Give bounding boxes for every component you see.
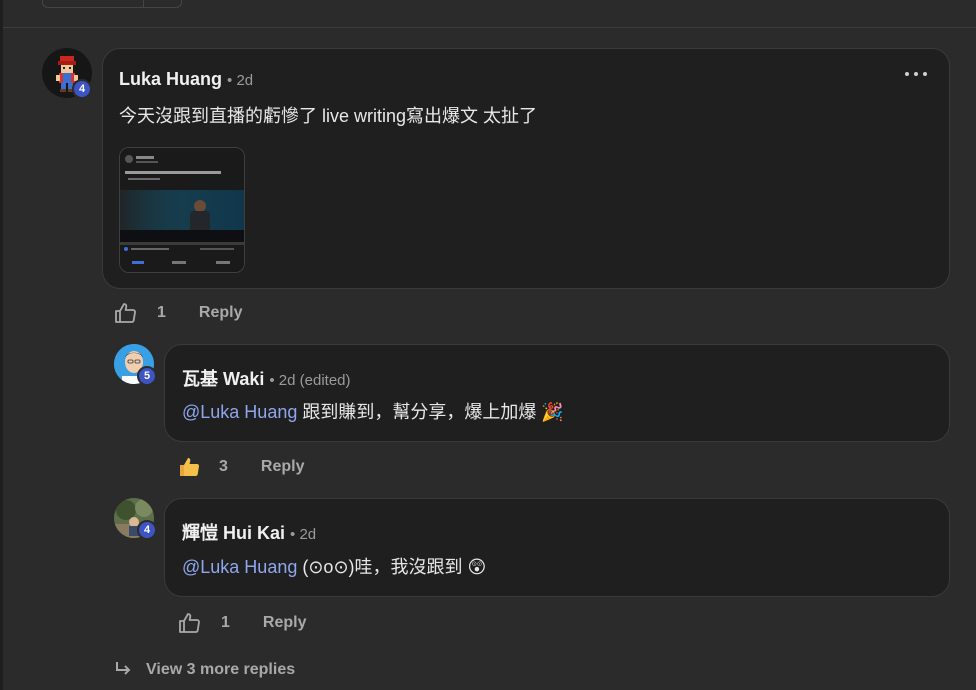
level-badge: 4 <box>137 520 157 540</box>
like-count: 1 <box>221 614 230 631</box>
like-count: 3 <box>219 458 228 475</box>
reply-arrow-icon <box>114 660 134 680</box>
like-count: 1 <box>157 304 166 321</box>
view-more-replies-button[interactable]: View 3 more replies <box>114 660 295 680</box>
avatar[interactable]: 4 <box>114 498 157 540</box>
mention-link[interactable]: @Luka Huang <box>182 402 297 422</box>
comment-timestamp: • 2d <box>290 526 317 543</box>
reply-button[interactable]: Reply <box>261 458 305 476</box>
comment-timestamp: • 2d (edited) <box>269 372 351 389</box>
reply-bubble: 輝愷 Hui Kai • 2d @Luka Huang (⊙o⊙)哇，我沒跟到 … <box>164 498 950 597</box>
comment-text: @Luka Huang (⊙o⊙)哇，我沒跟到 😲 <box>182 553 486 579</box>
comment-text: @Luka Huang 跟到賺到，幫分享，爆上加爆 🎉 <box>182 398 564 424</box>
avatar[interactable]: 5 <box>114 344 157 386</box>
comment-actions: 3 Reply <box>178 456 304 478</box>
level-badge: 5 <box>137 366 157 386</box>
liked-icon[interactable] <box>178 456 202 478</box>
comment-body: 跟到賺到，幫分享，爆上加爆 🎉 <box>297 402 564 422</box>
comment-author[interactable]: 輝愷 Hui Kai <box>182 523 285 543</box>
comment-body: (⊙o⊙)哇，我沒跟到 😲 <box>297 557 487 577</box>
level-badge: 4 <box>72 79 92 99</box>
comment-actions: 1 Reply <box>178 612 306 634</box>
like-icon[interactable] <box>178 612 202 634</box>
comment-text: 今天沒跟到直播的虧慘了 live writing寫出爆文 太扯了 <box>119 106 538 126</box>
reply-bubble: 瓦基 Waki • 2d (edited) @Luka Huang 跟到賺到，幫… <box>164 344 950 442</box>
comment-bubble: Luka Huang • 2d 今天沒跟到直播的虧慘了 live writing… <box>102 48 950 289</box>
view-more-label: View 3 more replies <box>146 661 296 678</box>
section-divider <box>3 27 976 28</box>
more-options-icon[interactable] <box>905 67 927 81</box>
like-icon[interactable] <box>114 302 138 324</box>
avatar[interactable]: 4 <box>42 48 92 99</box>
mention-link[interactable]: @Luka Huang <box>182 557 297 577</box>
reply-button[interactable]: Reply <box>199 304 243 322</box>
attachment-image[interactable] <box>119 147 245 273</box>
reply-button[interactable]: Reply <box>263 614 307 632</box>
previous-comment-action-bar <box>42 0 182 8</box>
comment-author[interactable]: 瓦基 Waki <box>182 369 264 389</box>
comment-author[interactable]: Luka Huang <box>119 69 222 89</box>
comment-timestamp: • 2d <box>227 72 254 89</box>
left-edge <box>0 0 3 690</box>
comment-actions: 1 Reply <box>114 302 242 324</box>
